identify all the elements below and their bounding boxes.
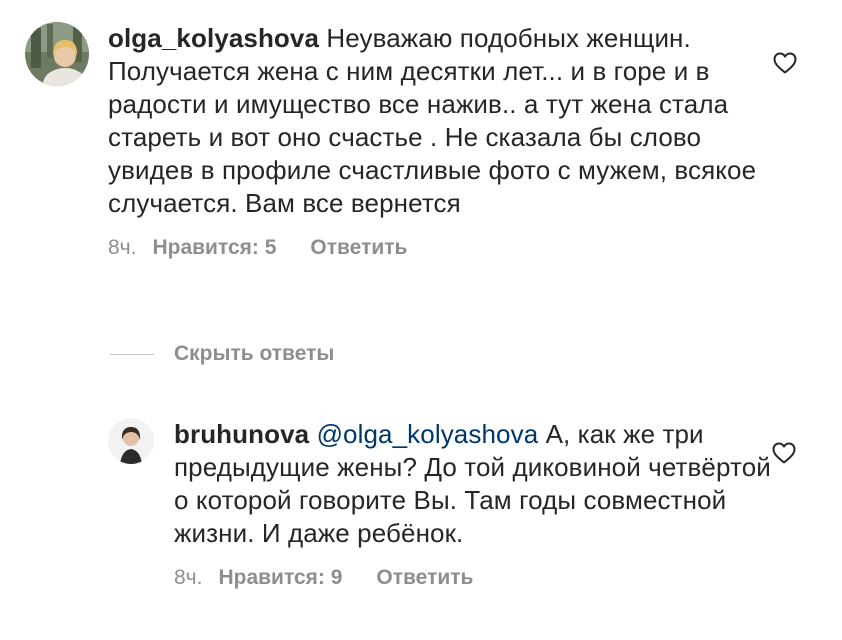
comment-body: bruhunova @olga_kolyashova А, как же три… (174, 418, 774, 590)
comment-text: bruhunova @olga_kolyashova А, как же три… (174, 418, 774, 550)
hide-replies-label: Скрыть ответы (174, 342, 335, 365)
comment-time: 8ч. (108, 236, 137, 259)
comment-text: olga_kolyashova Неуважаю подобных женщин… (108, 22, 768, 220)
comment-time: 8ч. (174, 566, 203, 589)
comment-meta: 8ч. Нравится: 5 Ответить (108, 236, 768, 260)
comment-body: olga_kolyashova Неуважаю подобных женщин… (108, 22, 768, 260)
avatar-olga[interactable] (25, 22, 89, 86)
username-link[interactable]: bruhunova (174, 419, 309, 449)
reply-button[interactable]: Ответить (310, 236, 407, 260)
heart-outline-icon[interactable] (772, 442, 796, 469)
username-link[interactable]: olga_kolyashova (108, 23, 319, 53)
comment-meta: 8ч. Нравится: 9 Ответить (174, 566, 774, 590)
divider-line (110, 353, 154, 355)
hide-replies-button[interactable]: Скрыть ответы (110, 342, 334, 366)
likes-count-button[interactable]: Нравится: 5 (152, 236, 276, 260)
avatar-bruhunova[interactable] (108, 418, 154, 464)
mention-link[interactable]: @olga_kolyashova (317, 419, 539, 449)
heart-outline-icon[interactable] (773, 52, 797, 79)
reply-button[interactable]: Ответить (376, 566, 473, 590)
likes-count-button[interactable]: Нравится: 9 (218, 566, 342, 590)
